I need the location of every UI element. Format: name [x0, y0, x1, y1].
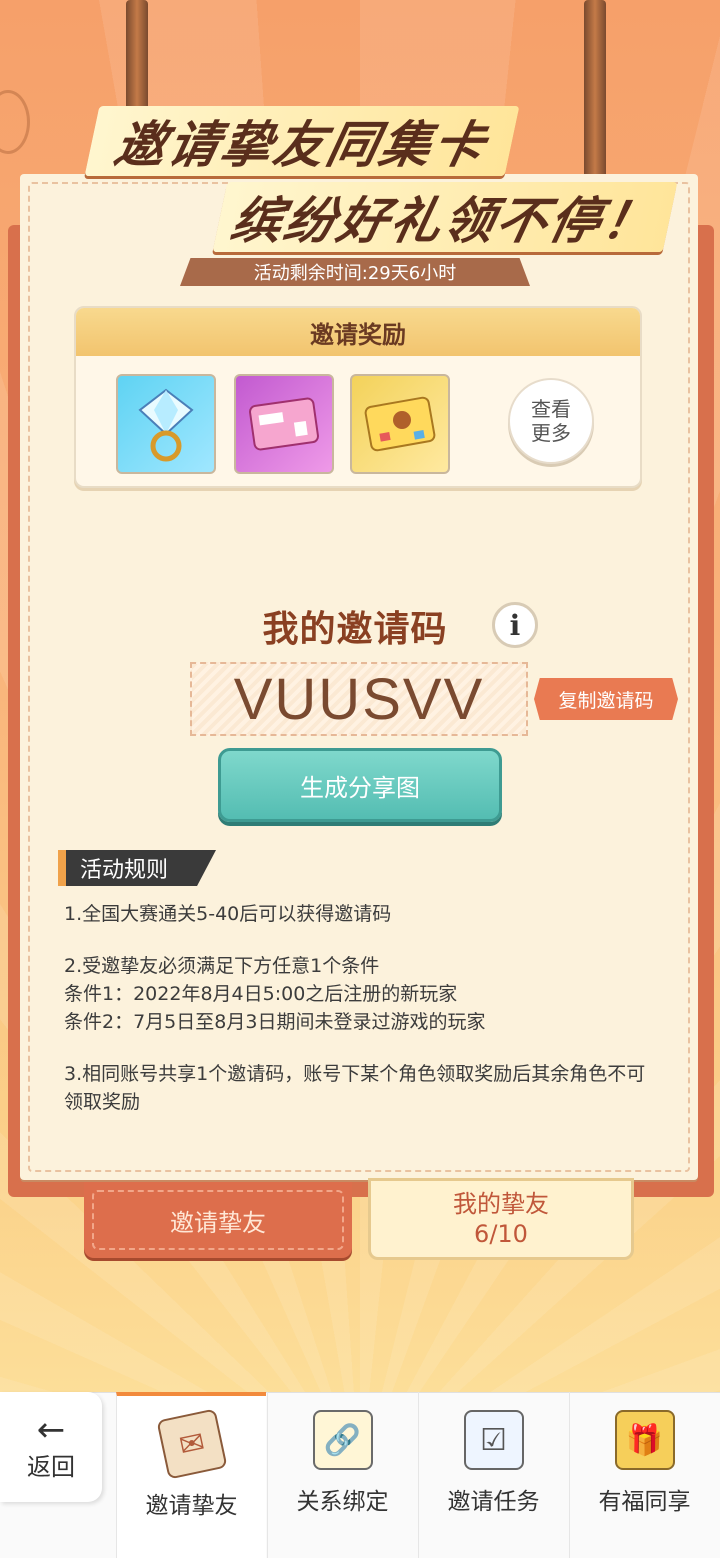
nav-item-share-fortune[interactable]: 🎁 有福同享	[569, 1392, 719, 1558]
invite-code-display: VUUSVV	[190, 662, 528, 736]
invite-code-title-text: 我的邀请码	[262, 609, 448, 650]
nav-item-relationship-binding[interactable]: 🔗 关系绑定	[267, 1392, 417, 1558]
pink-ticket-icon	[249, 397, 319, 451]
banner-title-line1: 邀请挚友同集卡	[84, 106, 520, 176]
rule-item: 2.受邀挚友必须满足下方任意1个条件 条件1：2022年8月4日5:00之后注册…	[64, 955, 486, 1033]
clipboard-checklist-icon: ☑	[463, 1410, 524, 1470]
nav-item-invite-tasks[interactable]: ☑ 邀请任务	[418, 1392, 568, 1558]
nav-label: 关系绑定	[296, 1489, 389, 1515]
reward-item-gold-card[interactable]	[350, 374, 450, 474]
gift-box-icon: 🎁	[614, 1410, 675, 1470]
invite-rewards-panel: 邀请奖励 查看 更多	[74, 306, 642, 488]
rewards-title: 邀请奖励	[76, 308, 640, 356]
copy-code-button[interactable]: 复制邀请码	[534, 678, 678, 720]
reward-item-pink-ticket[interactable]	[234, 374, 334, 474]
tab-invite-friends[interactable]: 邀请挚友	[84, 1182, 352, 1258]
gold-card-icon	[364, 396, 436, 452]
invite-code-title: 我的邀请码	[0, 600, 720, 652]
my-friends-count: 6/10	[474, 1220, 528, 1248]
rule-item: 1.全国大赛通关5-40后可以获得邀请码	[64, 903, 392, 925]
event-banner: 邀请挚友同集卡 缤纷好礼领不停！	[0, 100, 720, 260]
nav-label: 有福同享	[598, 1489, 691, 1515]
event-timer: 活动剩余时间:29天6小时	[180, 258, 530, 286]
banner-title-line2: 缤纷好礼领不停！	[212, 182, 678, 252]
view-more-button[interactable]: 查看 更多	[508, 378, 594, 464]
rule-item: 3.相同账号共享1个邀请码，账号下某个角色领取奖励后其余角色不可领取奖励	[64, 1063, 646, 1113]
nav-label: 邀请任务	[447, 1489, 540, 1515]
info-icon[interactable]: i	[492, 602, 538, 648]
back-label: 返回	[27, 1452, 75, 1481]
tab-my-friends[interactable]: 我的挚友 6/10	[368, 1178, 634, 1260]
back-button[interactable]: ← 返回	[0, 1392, 102, 1502]
rules-header: 活动规则	[58, 850, 216, 886]
generate-share-image-button[interactable]: 生成分享图	[218, 748, 502, 822]
diamond-ring-icon	[138, 388, 194, 462]
reward-item-diamond-ring[interactable]	[116, 374, 216, 474]
nav-item-invite-friends[interactable]: ✉ 邀请挚友	[116, 1392, 266, 1558]
rules-list: 1.全国大赛通关5-40后可以获得邀请码 2.受邀挚友必须满足下方任意1个条件 …	[64, 900, 664, 1140]
my-friends-label: 我的挚友	[453, 1190, 549, 1218]
invitation-letter-icon: ✉	[155, 1408, 228, 1480]
back-arrow-icon: ←	[36, 1409, 66, 1450]
nav-label: 邀请挚友	[145, 1493, 238, 1519]
id-card-link-icon: 🔗	[312, 1410, 373, 1470]
